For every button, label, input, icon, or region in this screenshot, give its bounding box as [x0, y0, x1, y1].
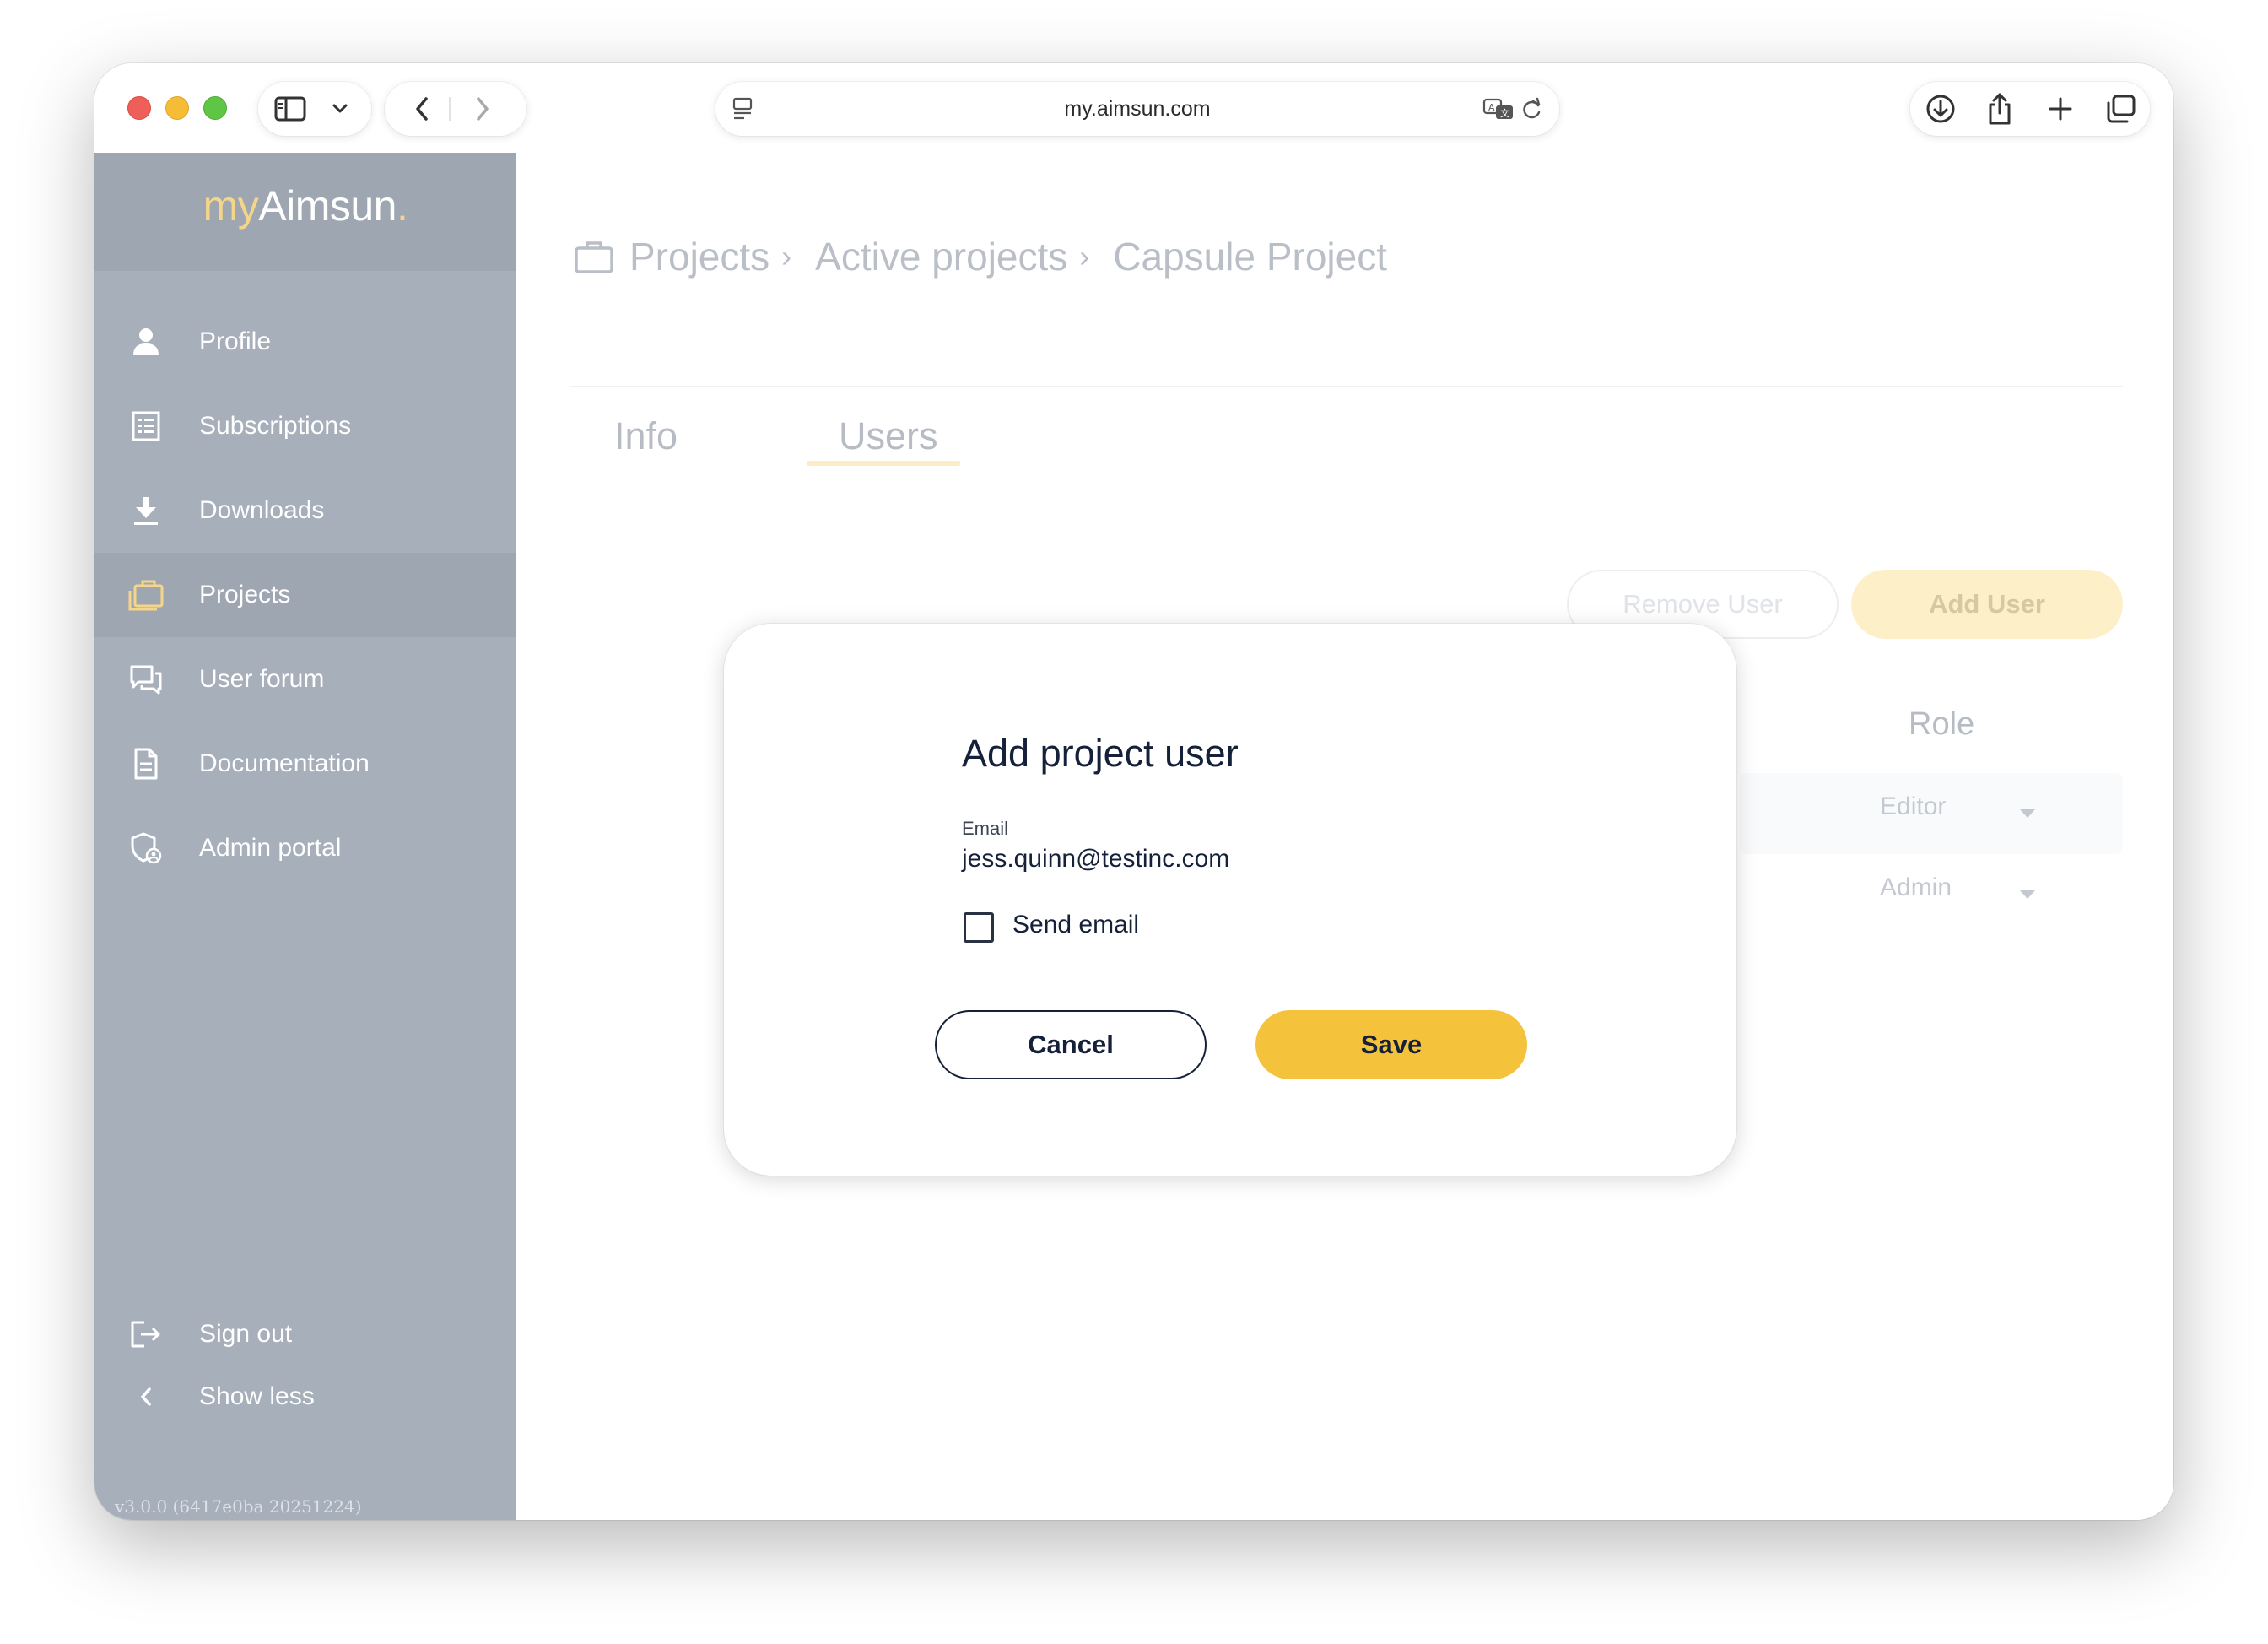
minimize-window-button[interactable]: [165, 96, 189, 120]
sign-out-icon: [127, 1315, 165, 1354]
send-email-checkbox[interactable]: [964, 912, 994, 943]
chevron-down-icon[interactable]: [327, 97, 353, 121]
sidebar-item-label: Profile: [199, 327, 272, 355]
sidebar-item-profile[interactable]: Profile: [94, 300, 516, 384]
sidebar-item-label: Downloads: [199, 496, 325, 524]
download-icon: [127, 491, 165, 530]
version-label: v3.0.0 (6417e0ba 20251224): [115, 1496, 362, 1517]
sidebar-toggle-group: [258, 82, 371, 136]
tab-users[interactable]: Users: [839, 414, 938, 458]
breadcrumb-current-project: Capsule Project: [1113, 235, 1388, 279]
translate-icon[interactable]: A文: [1482, 95, 1515, 122]
sidebar-item-label: Admin portal: [199, 834, 342, 862]
sidebar-item-documentation[interactable]: Documentation: [94, 722, 516, 806]
forward-arrow-icon[interactable]: [466, 94, 500, 124]
sidebar-item-label: Documentation: [199, 749, 370, 777]
admin-shield-icon: [127, 829, 165, 868]
navigation-group: [385, 82, 526, 136]
briefcase-icon: [574, 239, 614, 274]
email-field[interactable]: jess.quinn@testinc.com: [962, 845, 1229, 873]
save-button[interactable]: Save: [1256, 1010, 1527, 1079]
caret-down-icon[interactable]: [2020, 809, 2035, 818]
sidebar-item-sign-out[interactable]: Sign out: [94, 1301, 516, 1368]
briefcase-icon: [127, 576, 165, 614]
document-icon: [127, 744, 165, 783]
sidebar-item-admin-portal[interactable]: Admin portal: [94, 806, 516, 890]
sidebar-item-downloads[interactable]: Downloads: [94, 468, 516, 553]
address-bar[interactable]: my.aimsun.com A文: [716, 82, 1559, 136]
breadcrumb-separator: ›: [1079, 239, 1090, 273]
role-column-header: Role: [1909, 706, 1975, 742]
header-divider: [570, 386, 2123, 387]
sidebar-item-subscriptions[interactable]: Subscriptions: [94, 384, 516, 468]
caret-down-icon[interactable]: [2020, 890, 2035, 899]
sidebar-item-label: User forum: [199, 665, 325, 693]
role-select-value[interactable]: Admin: [1880, 873, 1952, 902]
reload-icon[interactable]: [1517, 95, 1547, 122]
role-select-value[interactable]: Editor: [1880, 792, 1946, 821]
logo-dot: .: [396, 182, 408, 230]
breadcrumb: Projects › Active projects › Capsule Pro…: [574, 227, 1387, 286]
sidebar-item-projects[interactable]: Projects: [94, 553, 516, 637]
url-text[interactable]: my.aimsun.com: [716, 82, 1559, 136]
person-icon: [127, 322, 165, 361]
sidebar-toggle-icon[interactable]: [273, 94, 307, 124]
sidebar-item-label: Projects: [199, 581, 291, 608]
logo-name: Aimsun: [258, 182, 397, 230]
breadcrumb-projects[interactable]: Projects: [629, 234, 770, 279]
list-icon: [127, 407, 165, 446]
chevron-left-icon: [127, 1377, 165, 1416]
dialog-title: Add project user: [962, 732, 1239, 775]
share-icon[interactable]: [1983, 90, 2017, 127]
svg-text:文: 文: [1500, 107, 1509, 119]
browser-actions-group: [1910, 82, 2150, 136]
breadcrumb-active-projects[interactable]: Active projects: [815, 234, 1067, 279]
breadcrumb-separator: ›: [781, 239, 792, 273]
sidebar-item-label: Subscriptions: [199, 412, 352, 440]
close-window-button[interactable]: [127, 96, 151, 120]
email-label: Email: [962, 818, 1009, 839]
zoom-window-button[interactable]: [203, 96, 227, 120]
add-user-button[interactable]: Add User: [1851, 570, 2123, 639]
logo-area: myAimsun.: [94, 153, 516, 271]
browser-window: my.aimsun.com A文 myAimsun. Profile Subsc…: [94, 63, 2174, 1520]
active-tab-indicator: [807, 461, 960, 466]
browser-toolbar: my.aimsun.com A文: [94, 63, 2174, 153]
myaimsun-logo[interactable]: myAimsun.: [94, 181, 516, 230]
add-project-user-dialog: Add project user Email jess.quinn@testin…: [724, 624, 1736, 1176]
sidebar-item-label: Show less: [199, 1382, 315, 1410]
back-arrow-icon[interactable]: [405, 94, 439, 124]
sidebar-item-label: Sign out: [199, 1320, 293, 1348]
new-tab-plus-icon[interactable]: [2044, 92, 2077, 126]
svg-text:A: A: [1488, 102, 1495, 113]
sidebar-item-user-forum[interactable]: User forum: [94, 637, 516, 722]
sidebar-item-show-less[interactable]: Show less: [94, 1363, 516, 1430]
downloads-icon[interactable]: [1922, 92, 1959, 126]
tab-info[interactable]: Info: [614, 414, 678, 458]
nav-divider: [449, 97, 451, 121]
tab-overview-icon[interactable]: [2103, 92, 2138, 126]
logo-my: my: [202, 182, 259, 230]
cancel-button[interactable]: Cancel: [935, 1010, 1207, 1079]
sidebar: myAimsun. Profile Subscriptions Download…: [94, 153, 516, 1520]
send-email-label[interactable]: Send email: [1012, 911, 1139, 939]
chat-icon: [127, 660, 165, 699]
